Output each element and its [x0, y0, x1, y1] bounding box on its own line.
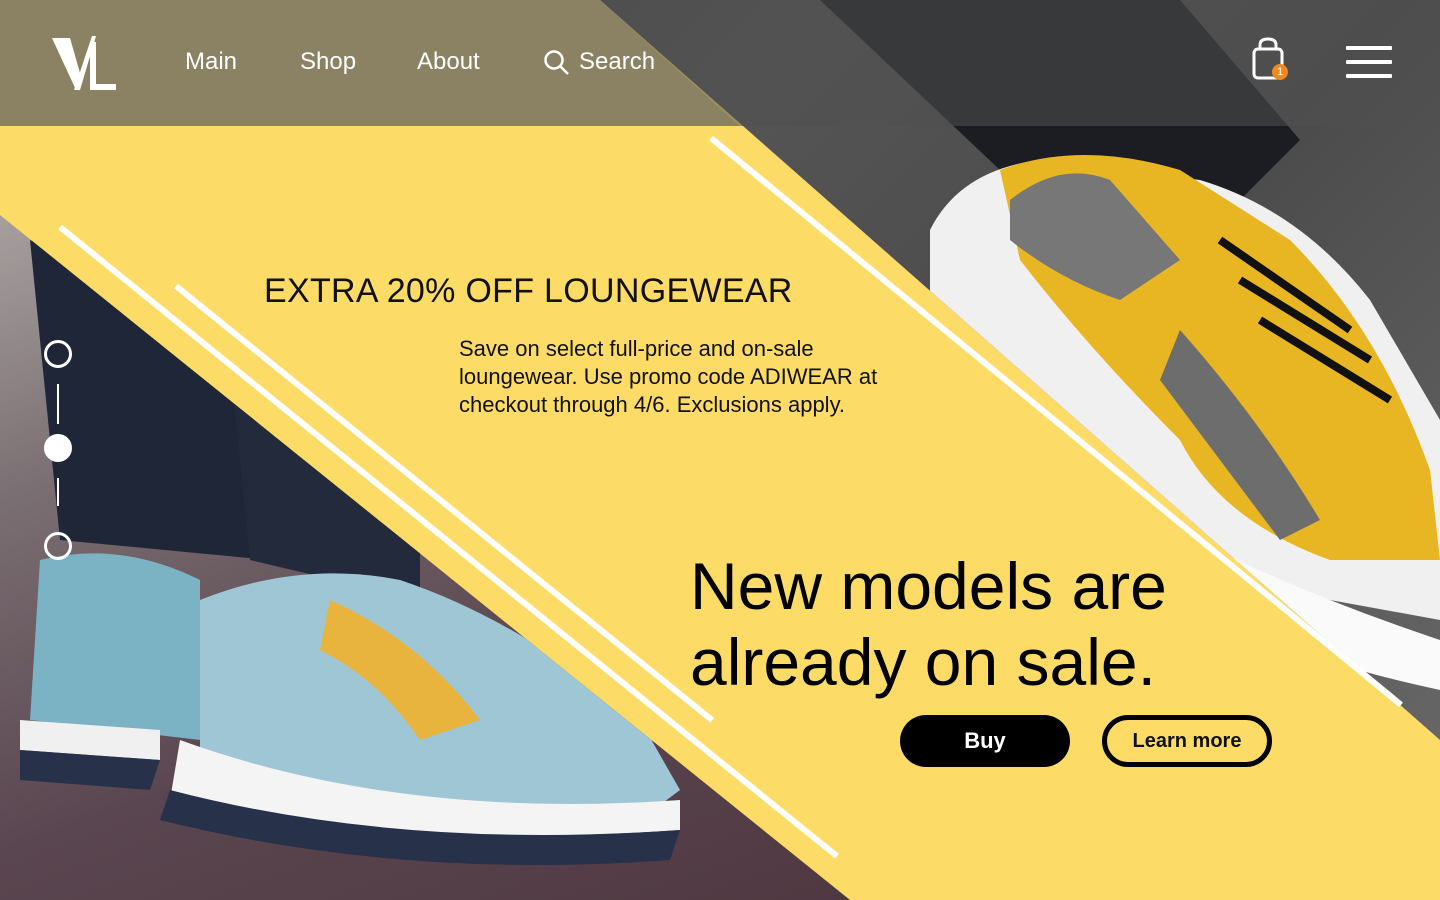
nav-shop[interactable]: Shop [300, 46, 356, 78]
cart-button[interactable]: 1 [1250, 36, 1294, 84]
hamburger-menu-icon[interactable] [1346, 46, 1392, 78]
search-label: Search [579, 48, 656, 75]
promo-description: Save on select full-price and on-sale lo… [459, 336, 878, 417]
slide-dot-connector [57, 384, 59, 424]
search-icon [544, 50, 569, 75]
hero-headline: New models are already on sale. [690, 549, 1167, 699]
learn-more-button[interactable]: Learn more [1102, 715, 1272, 767]
slide-dot-2[interactable] [44, 434, 72, 462]
top-navbar: Main Shop About Search 1 [0, 0, 1440, 126]
buy-button[interactable]: Buy [900, 715, 1070, 767]
slide-dot-3[interactable] [44, 532, 72, 560]
promo-title: EXTRA 20% OFF LOUNGEWEAR [264, 272, 793, 310]
brand-logo[interactable] [52, 34, 118, 94]
hero-section: Main Shop About Search 1 EXTRA 20% OFF L… [0, 0, 1440, 900]
slide-dot-connector [57, 478, 59, 506]
cart-count-badge: 1 [1272, 64, 1288, 80]
search-button[interactable]: Search [543, 46, 655, 78]
nav-main[interactable]: Main [185, 46, 237, 78]
slide-dot-1[interactable] [44, 340, 72, 368]
nav-about[interactable]: About [417, 46, 480, 78]
